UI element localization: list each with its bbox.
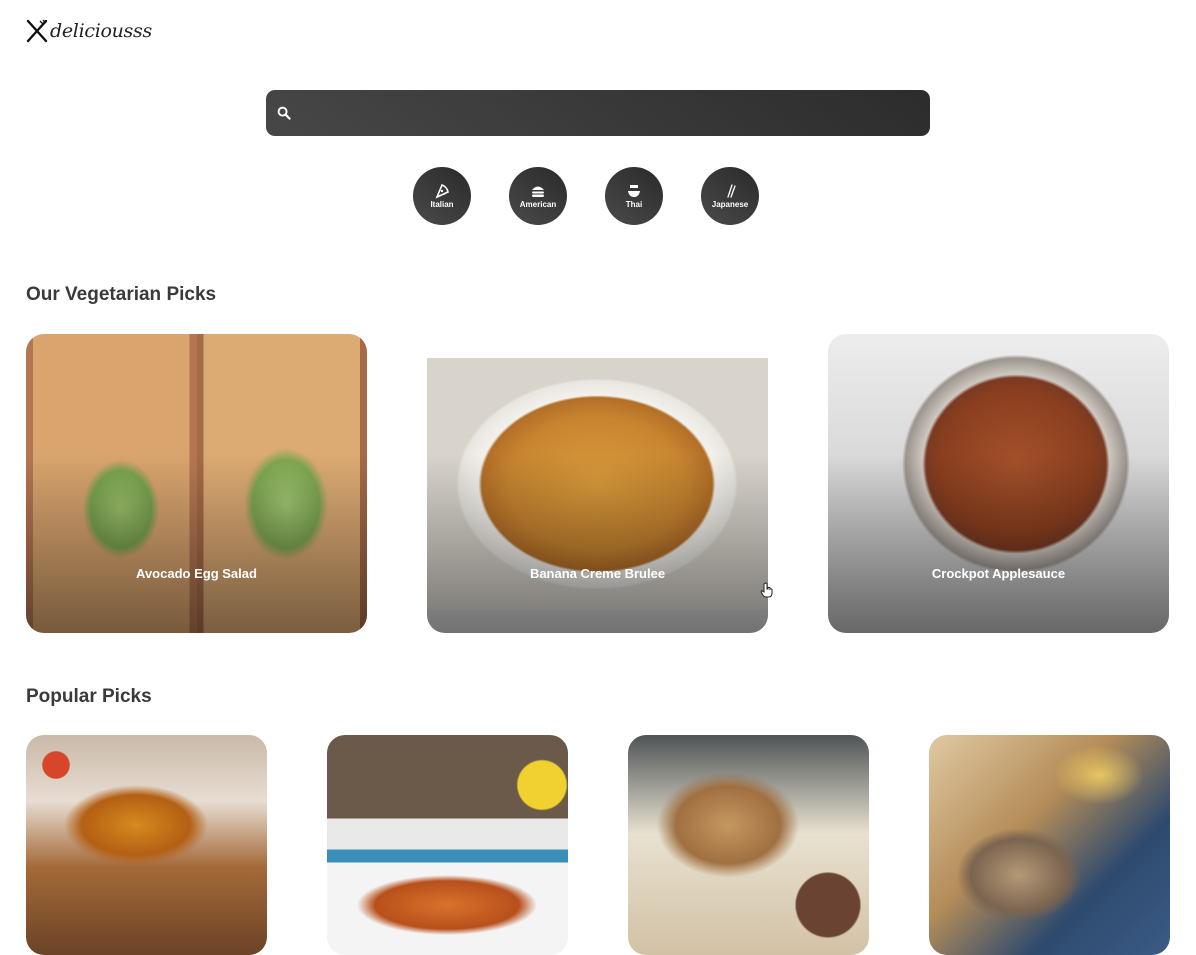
card-overlay bbox=[427, 453, 768, 633]
cuisine-japanese[interactable]: Japanese bbox=[701, 167, 759, 225]
recipe-title: Crockpot Applesauce bbox=[931, 566, 1066, 581]
bowl-icon bbox=[628, 184, 640, 197]
cuisine-label: Thai bbox=[625, 199, 643, 209]
cuisine-italian[interactable]: Italian bbox=[413, 167, 471, 225]
popular-section-title: Popular Picks bbox=[26, 686, 152, 707]
card-overlay bbox=[26, 453, 367, 633]
logo[interactable]: deliciousss bbox=[26, 18, 152, 44]
pizza-icon bbox=[435, 183, 449, 199]
cuisine-nav: Italian American Thai Japanese bbox=[413, 167, 759, 225]
recipe-card[interactable] bbox=[929, 735, 1170, 955]
recipe-card[interactable] bbox=[628, 735, 869, 955]
hand-cursor-icon bbox=[760, 582, 773, 598]
brand-name: deliciousss bbox=[50, 20, 152, 42]
search-bar[interactable] bbox=[266, 90, 930, 136]
cuisine-american[interactable]: American bbox=[509, 167, 567, 225]
card-overlay bbox=[828, 453, 1169, 633]
recipe-title: Banana Creme Brulee bbox=[529, 566, 666, 581]
cuisine-thai[interactable]: Thai bbox=[605, 167, 663, 225]
recipe-card[interactable]: Banana Creme Brulee bbox=[427, 334, 768, 633]
chopsticks-icon bbox=[727, 183, 736, 198]
recipe-card[interactable] bbox=[327, 735, 568, 955]
recipe-title: Avocado Egg Salad bbox=[136, 566, 257, 581]
recipe-card[interactable] bbox=[26, 735, 267, 955]
search-icon bbox=[277, 106, 291, 120]
cuisine-label: Italian bbox=[430, 199, 454, 209]
fork-knife-icon bbox=[26, 19, 48, 43]
burger-icon bbox=[532, 186, 544, 197]
vegetarian-section-title: Our Vegetarian Picks bbox=[26, 284, 217, 305]
cuisine-label: American bbox=[519, 199, 557, 209]
recipe-card[interactable]: Crockpot Applesauce bbox=[828, 334, 1169, 633]
recipe-card[interactable]: Avocado Egg Salad bbox=[26, 334, 367, 633]
search-input[interactable] bbox=[291, 90, 930, 136]
cuisine-label: Japanese bbox=[711, 199, 749, 209]
